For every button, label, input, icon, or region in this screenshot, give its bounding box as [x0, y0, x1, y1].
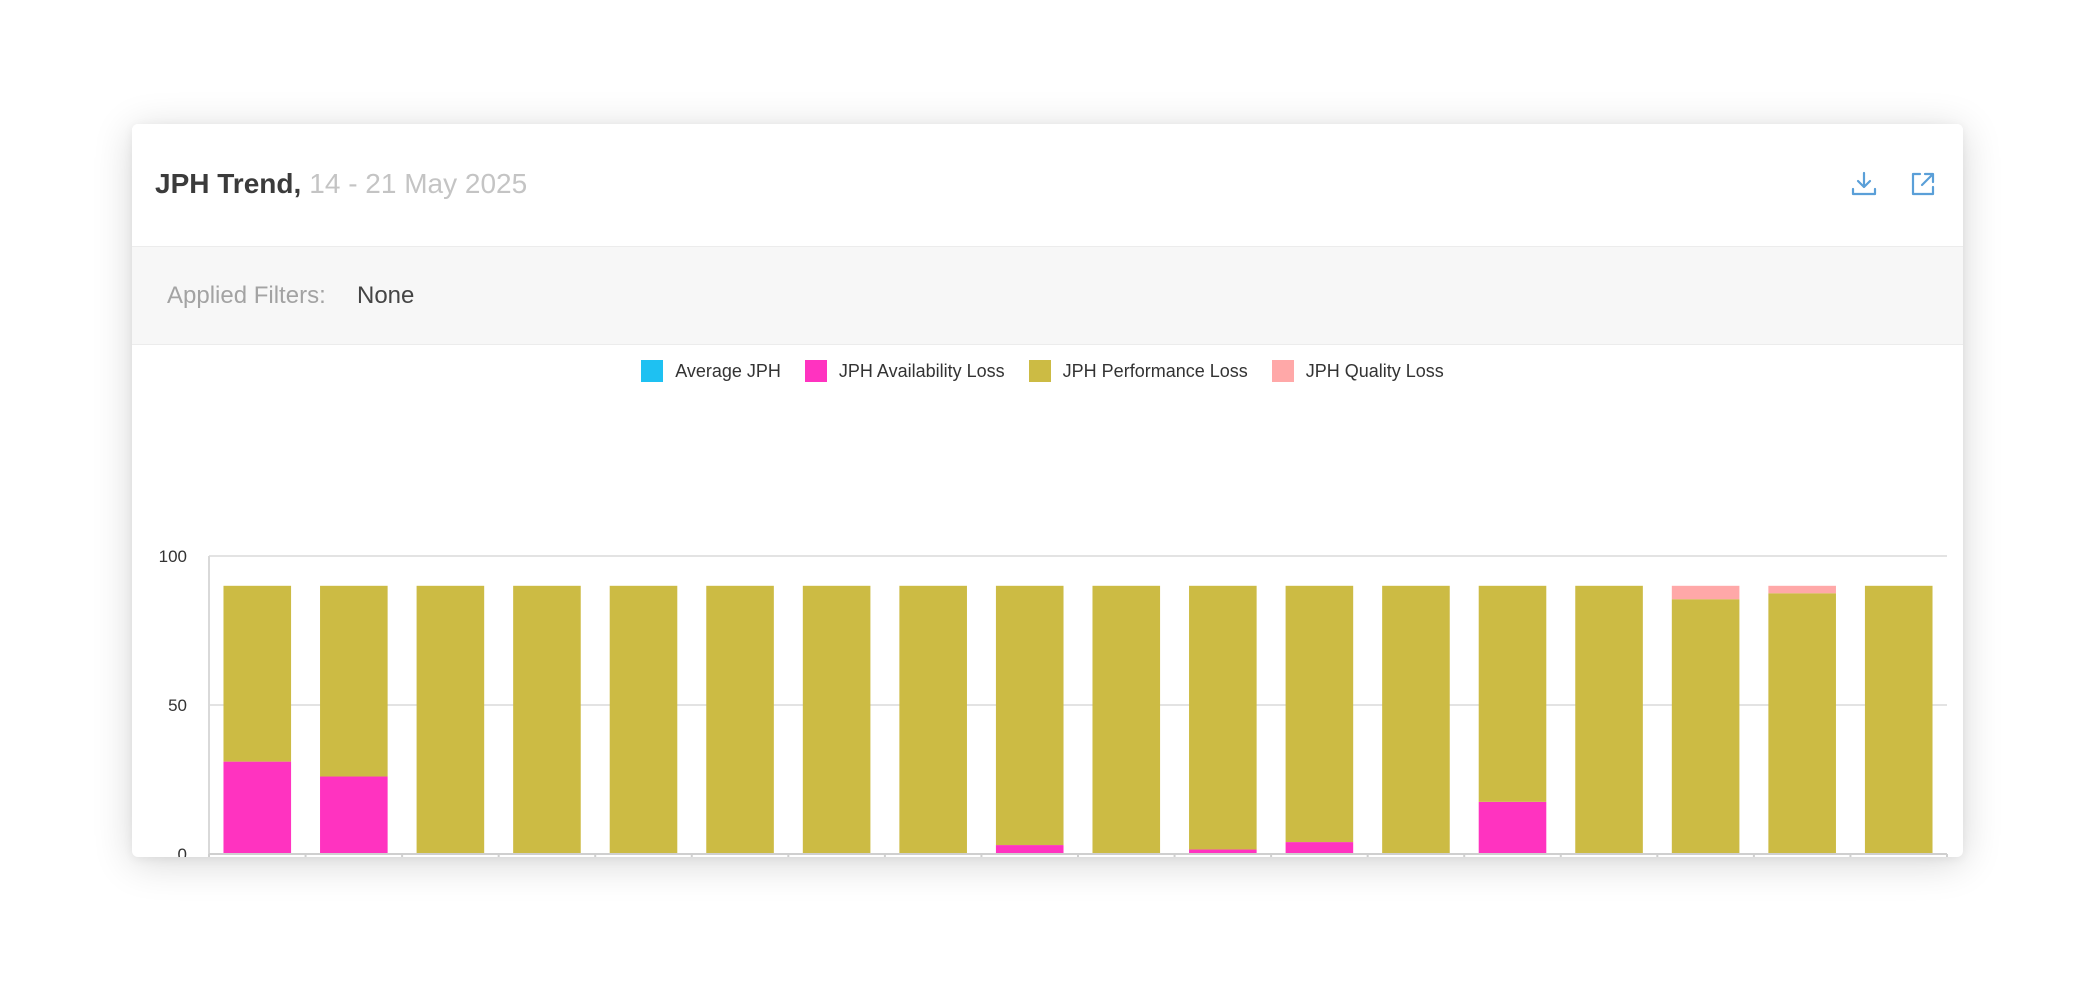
- card-title: JPH Trend, 14 - 21 May 2025: [155, 168, 527, 200]
- bar-13-performance-loss[interactable]: [1382, 585, 1450, 854]
- bar-14-performance-loss[interactable]: [1478, 585, 1547, 802]
- applied-filters-value: None: [357, 282, 415, 309]
- legend-label-average-jph: Average JPH: [675, 360, 781, 381]
- legend-label-quality-loss: JPH Quality Loss: [1305, 360, 1444, 381]
- bar-8-performance-loss[interactable]: [899, 585, 967, 854]
- bar-9-performance-loss[interactable]: [995, 585, 1064, 846]
- jph-trend-card: JPH Trend, 14 - 21 May 2025 Applied Filte…: [132, 124, 1963, 857]
- download-icon[interactable]: [1848, 168, 1880, 200]
- jph-trend-chart: 0 50 100: [159, 547, 1948, 857]
- bar-2-availability-loss[interactable]: [320, 776, 388, 854]
- chart-area: 0 50 100: [132, 394, 1963, 857]
- external-link-icon[interactable]: [1907, 168, 1939, 200]
- bar-18-performance-loss[interactable]: [1864, 585, 1933, 854]
- bar-12-availability-loss[interactable]: [1285, 842, 1354, 854]
- y-tick-label-0: 0: [178, 845, 187, 857]
- bar-11-performance-loss[interactable]: [1189, 585, 1257, 850]
- legend-item-performance-loss[interactable]: JPH Performance Loss: [1028, 360, 1248, 382]
- legend-swatch-average-jph: [641, 360, 664, 382]
- bar-9-availability-loss[interactable]: [995, 845, 1064, 854]
- legend-item-availability-loss[interactable]: JPH Availability Loss: [804, 360, 1005, 382]
- page-background: JPH Trend, 14 - 21 May 2025 Applied Filte…: [0, 0, 2094, 996]
- legend-swatch-availability-loss: [804, 360, 827, 382]
- bar-10-performance-loss[interactable]: [1092, 585, 1161, 854]
- bar-2-performance-loss[interactable]: [320, 585, 388, 777]
- bar-16-performance-loss[interactable]: [1671, 599, 1740, 854]
- legend-swatch-performance-loss: [1028, 360, 1051, 382]
- bar-3-performance-loss[interactable]: [416, 585, 485, 854]
- external-link-icon-graphic: [1911, 172, 1935, 196]
- bar-4-performance-loss[interactable]: [513, 585, 581, 854]
- legend-label-performance-loss: JPH Performance Loss: [1062, 360, 1248, 381]
- chart-legend: Average JPH JPH Availability Loss JPH Pe…: [132, 356, 1963, 386]
- bar-14-availability-loss[interactable]: [1478, 801, 1547, 854]
- bar-12-performance-loss[interactable]: [1285, 585, 1354, 843]
- legend-swatch-quality-loss: [1271, 360, 1294, 382]
- bar-1-performance-loss[interactable]: [223, 585, 292, 762]
- legend-item-quality-loss[interactable]: JPH Quality Loss: [1271, 360, 1444, 382]
- card-header: JPH Trend, 14 - 21 May 2025: [132, 124, 1963, 247]
- applied-filters-bar: Applied Filters: None: [132, 247, 1963, 345]
- bar-6-performance-loss[interactable]: [706, 585, 774, 854]
- legend-label-availability-loss: JPH Availability Loss: [838, 360, 1005, 381]
- bar-1-availability-loss[interactable]: [223, 761, 292, 854]
- date-range: 14 - 21 May 2025: [309, 168, 528, 199]
- bar-17-quality-loss[interactable]: [1768, 585, 1836, 594]
- bar-17-performance-loss[interactable]: [1768, 593, 1836, 854]
- bar-7-performance-loss[interactable]: [802, 585, 871, 854]
- download-icon-graphic: [1851, 171, 1877, 196]
- bar-16-quality-loss[interactable]: [1671, 585, 1740, 600]
- bar-5-performance-loss[interactable]: [609, 585, 678, 854]
- y-tick-label-50: 50: [168, 696, 187, 715]
- title-text: JPH Trend,: [155, 168, 302, 199]
- applied-filters-label: Applied Filters:: [167, 282, 326, 309]
- legend-item-average-jph[interactable]: Average JPH: [641, 360, 781, 382]
- y-tick-label-100: 100: [159, 547, 187, 566]
- bar-15-performance-loss[interactable]: [1575, 585, 1643, 854]
